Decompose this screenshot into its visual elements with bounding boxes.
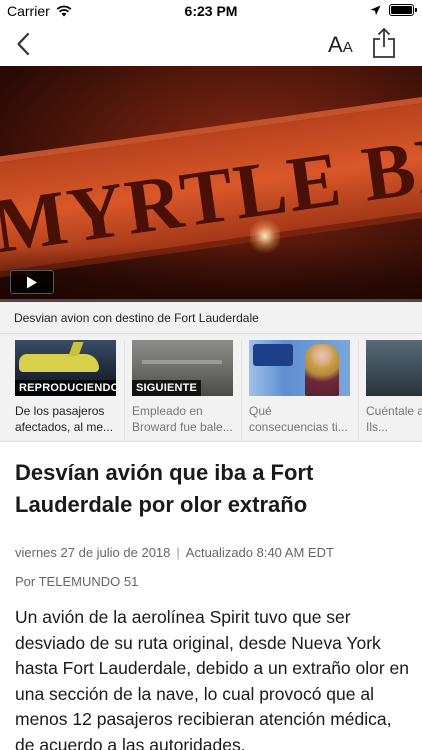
thumbnail xyxy=(366,340,422,396)
play-icon xyxy=(27,276,37,288)
status-right xyxy=(370,4,417,16)
article-byline: Por TELEMUNDO 51 xyxy=(15,574,139,589)
nav-bar: A A xyxy=(0,22,422,66)
font-size-small-label: A xyxy=(342,39,353,56)
video-player[interactable]: MYRTLE BEACH xyxy=(0,66,422,302)
card-caption: Cuéntale a Marilys: Ils... xyxy=(366,404,422,434)
card-caption: De los pasajeros afectados, al me... xyxy=(15,404,114,434)
presenter-image xyxy=(305,344,339,396)
meta-separator: | xyxy=(176,545,180,560)
playlist-card-2[interactable]: SIGUIENTE Empleado en Broward fue bale..… xyxy=(132,340,242,440)
show-logo xyxy=(253,344,293,366)
video-shade xyxy=(0,246,422,302)
playlist-card-3[interactable]: Qué consecuencias ti... xyxy=(249,340,359,440)
status-time: 6:23 PM xyxy=(184,3,238,19)
up-next-badge: SIGUIENTE xyxy=(132,380,202,396)
thumbnail: SIGUIENTE xyxy=(132,340,233,396)
battery-icon xyxy=(389,4,417,16)
video-playlist: Desvian avion con destino de Fort Lauder… xyxy=(0,302,422,442)
article-body: Un avión de la aerolínea Spirit tuvo que… xyxy=(15,607,410,750)
card-divider xyxy=(358,340,359,440)
thumbnail xyxy=(249,340,350,396)
playlist-divider xyxy=(0,333,422,334)
playlist-card-1[interactable]: REPRODUCIENDO De los pasajeros afectados… xyxy=(15,340,125,440)
location-arrow-icon xyxy=(370,5,381,15)
article-updated: Actualizado 8:40 AM EDT xyxy=(185,545,334,560)
article-date: viernes 27 de julio de 2018 xyxy=(15,545,171,560)
card-divider xyxy=(124,340,125,440)
card-divider xyxy=(241,340,242,440)
status-bar: Carrier 6:23 PM xyxy=(0,0,422,22)
video-sign-text: MYRTLE BEACH xyxy=(0,91,422,270)
card-caption: Qué consecuencias ti... xyxy=(249,404,348,434)
play-button[interactable] xyxy=(10,270,54,294)
chevron-left-icon xyxy=(17,32,30,56)
share-button[interactable] xyxy=(371,27,397,59)
article-headline: Desvían avión que iba a Fort Lauderdale … xyxy=(15,460,314,517)
font-size-big-label: A xyxy=(328,32,343,57)
share-icon xyxy=(373,27,395,58)
playlist-title: Desvian avion con destino de Fort Lauder… xyxy=(14,311,259,325)
card-caption: Empleado en Broward fue bale... xyxy=(132,404,233,434)
back-button[interactable] xyxy=(8,28,38,60)
now-playing-badge: REPRODUCIENDO xyxy=(15,380,116,396)
font-size-button[interactable]: A A xyxy=(328,32,353,58)
article-date-line: viernes 27 de julio de 2018 | Actualizado … xyxy=(15,545,334,560)
thumbnail: REPRODUCIENDO xyxy=(15,340,116,396)
playlist-card-4[interactable]: Cuéntale a Marilys: Ils... xyxy=(366,340,422,440)
